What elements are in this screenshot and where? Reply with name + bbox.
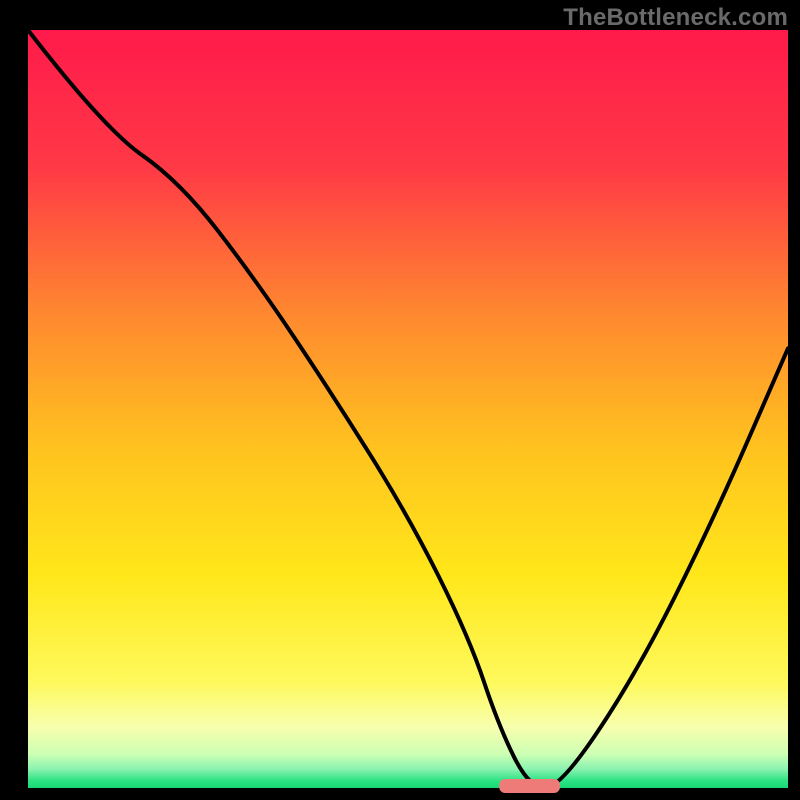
optimal-marker: [499, 779, 560, 793]
chart-background: [28, 30, 788, 788]
bottleneck-chart: [0, 0, 800, 800]
chart-frame: TheBottleneck.com: [0, 0, 800, 800]
watermark-text: TheBottleneck.com: [563, 4, 788, 32]
